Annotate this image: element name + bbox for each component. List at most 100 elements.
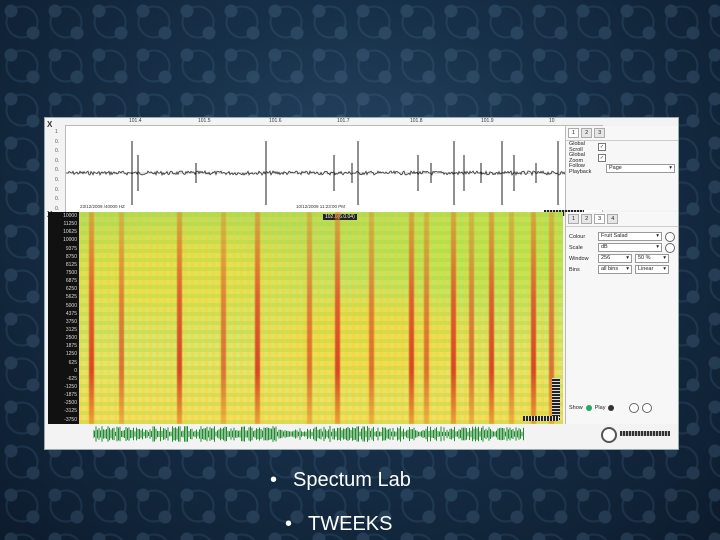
global-scroll-checkbox[interactable]: ✓ <box>598 142 606 151</box>
frequency-tick: 5000 <box>65 302 77 309</box>
spectrogram-streak <box>369 212 374 424</box>
spec-tab-4[interactable]: 4 <box>607 214 619 224</box>
frequency-tick: 8125 <box>65 261 77 268</box>
bullet-item: • Spectum Lab <box>270 469 411 492</box>
play-knob-icon[interactable] <box>629 402 640 413</box>
scale-value: dB <box>601 244 608 250</box>
waveform-stamp-mid: 10/12/2009 11:23:00 PM <box>296 204 345 209</box>
spec-tab-2[interactable]: 2 <box>581 214 593 224</box>
amplitude-tick: 0. <box>55 138 60 145</box>
view-tab-1[interactable]: 1 <box>568 128 580 138</box>
spectrogram-settings-panel: 1 2 3 4 Colour Fruit Salad ▾ Scale dB ▾ Wi… <box>565 212 678 424</box>
spectrogram-zoom-controls[interactable] <box>523 416 559 421</box>
frequency-tick: 11250 <box>63 221 77 228</box>
spectrogram-streak <box>89 212 94 424</box>
window-row: Window 256 ▾ 50 % ▾ <box>566 253 678 264</box>
show-radio-icon[interactable] <box>585 404 592 411</box>
frequency-tick: 3125 <box>65 326 77 333</box>
spectrum-lab-screenshot: X X 10.0.0.0.0.0.0.0.-1 101.4101.5101.61… <box>44 117 679 450</box>
bullet-text: Spectum Lab <box>293 469 411 491</box>
amplitude-axis: 10.0.0.0.0.0.0.0.-1 <box>55 128 65 224</box>
frequency-tick: 6875 <box>65 278 77 285</box>
bins-value: all bins <box>601 266 619 272</box>
bins-scale-value: Linear <box>638 266 654 272</box>
frequency-tick: 8750 <box>65 253 77 260</box>
follow-playback-select[interactable]: Page ▾ <box>606 164 675 173</box>
frequency-tick: 1875 <box>65 343 77 350</box>
scale-label: Scale <box>569 244 583 251</box>
amplitude-tick: 0. <box>55 176 60 183</box>
colour-label: Colour <box>569 233 586 240</box>
chevron-down-icon: ▾ <box>663 255 666 261</box>
show-play-row: Show Play <box>566 402 655 413</box>
frequency-tick: 1250 <box>65 351 77 358</box>
frequency-tick: -3750 <box>64 416 77 423</box>
time-tick: 101.4 <box>129 118 142 124</box>
spec-tab-1[interactable]: 1 <box>568 214 580 224</box>
chevron-down-icon: ▾ <box>626 266 629 272</box>
frequency-tick: 5625 <box>65 294 77 301</box>
amplitude-tick: 1 <box>55 129 58 135</box>
master-volume-dial-icon[interactable] <box>601 427 617 443</box>
colour-select[interactable]: Fruit Salad ▾ <box>598 232 662 241</box>
follow-playback-value: Page <box>609 165 622 171</box>
spec-tab-3[interactable]: 3 <box>594 214 606 224</box>
time-tick: 101.8 <box>410 118 423 124</box>
frequency-tick: -625 <box>66 375 77 382</box>
view-settings-panel: 1 2 3 Global Scroll ✓ Global Zoom ✓ Foll… <box>565 126 678 210</box>
spectrogram-streak <box>489 212 494 424</box>
frequency-tick: 10000 <box>63 237 77 244</box>
scale-knob-icon[interactable] <box>665 242 675 253</box>
spectrogram-streak <box>509 212 514 424</box>
spectrogram-streak <box>119 212 124 424</box>
frequency-tick: -2500 <box>64 400 77 407</box>
frequency-tick: -1250 <box>64 383 77 390</box>
frequency-tick: 6250 <box>65 286 77 293</box>
follow-playback-row: Follow Playback Page ▾ <box>566 162 678 175</box>
spectrogram-panel[interactable]: 102.0(6.0.04) <box>79 212 563 424</box>
overview-waveform[interactable] <box>93 426 525 442</box>
view-tab-2[interactable]: 2 <box>581 128 593 138</box>
frequency-tick: 2500 <box>65 335 77 342</box>
waveform-trace <box>66 141 602 205</box>
output-level-meter <box>620 431 670 436</box>
amplitude-tick: 0. <box>55 167 60 174</box>
frequency-tick: 7500 <box>65 269 77 276</box>
time-tick: 101.6 <box>269 118 282 124</box>
bins-label: Bins <box>569 266 580 273</box>
spectrogram-streak <box>307 212 312 424</box>
play-radio-icon[interactable] <box>608 404 615 411</box>
volume-knob-icon[interactable] <box>642 402 653 413</box>
close-waveform-icon[interactable]: X <box>47 120 52 129</box>
spectrogram-streak <box>424 212 429 424</box>
colour-value: Fruit Salad <box>601 233 628 239</box>
window-value: 256 <box>601 255 611 261</box>
bullet-text: TWEEKS <box>308 513 393 535</box>
frequency-axis: 10000 11250 10625 10000 9375 8750 8125 7500 6875… <box>48 212 79 424</box>
spectrogram-vertical-scrollbar[interactable] <box>552 378 560 420</box>
overlap-select[interactable]: 50 % ▾ <box>635 254 669 263</box>
time-tick: 101.7 <box>337 118 350 124</box>
frequency-tick: 4375 <box>65 310 77 317</box>
global-zoom-checkbox[interactable]: ✓ <box>598 153 606 162</box>
waveform-panel[interactable]: 23/12/2009 /40000 HZ 10/12/2009 11:23:00… <box>65 125 603 216</box>
spectrogram-streak <box>469 212 474 424</box>
bins-select[interactable]: all bins ▾ <box>598 265 632 274</box>
amplitude-tick: 0. <box>55 157 60 164</box>
frequency-tick: 3750 <box>65 318 77 325</box>
spectrogram-streak <box>335 212 340 424</box>
bins-scale-select[interactable]: Linear ▾ <box>635 265 669 274</box>
frequency-tick: 9375 <box>65 245 77 252</box>
spectrogram-tabs: 1 2 3 4 <box>566 212 678 227</box>
chevron-down-icon: ▾ <box>663 266 666 272</box>
view-tab-3[interactable]: 3 <box>594 128 606 138</box>
scale-select[interactable]: dB ▾ <box>598 243 662 252</box>
frequency-tick: 10000 <box>63 213 77 219</box>
follow-playback-label: Follow Playback <box>569 162 592 175</box>
global-scroll-row: Global Scroll ✓ <box>566 141 678 153</box>
colour-knob-icon[interactable] <box>665 231 675 242</box>
spectrogram-streak <box>409 212 414 424</box>
frequency-tick: 0 <box>74 367 77 374</box>
window-select[interactable]: 256 ▾ <box>598 254 632 263</box>
bullet-icon: • <box>285 513 293 535</box>
